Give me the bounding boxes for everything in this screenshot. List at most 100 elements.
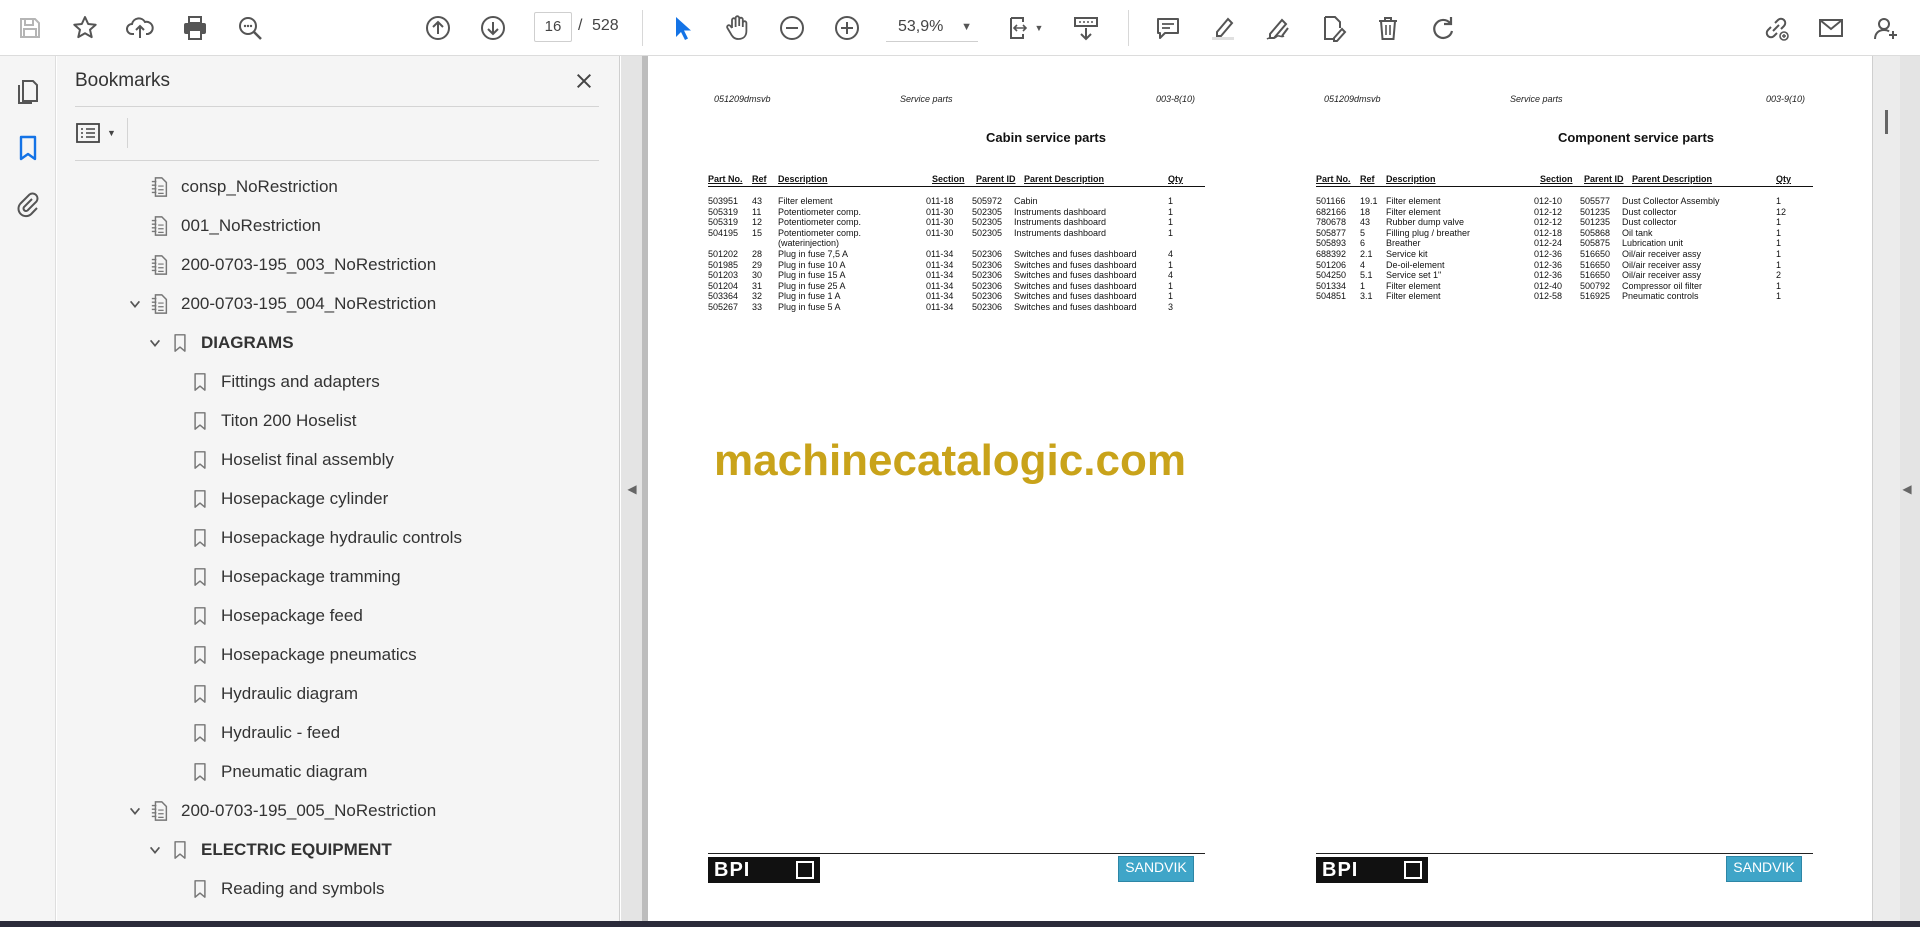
upload-icon[interactable] — [122, 10, 158, 46]
bookmark-label: Pneumatic diagram — [221, 762, 368, 781]
bookmark-item[interactable]: Hosepackage tramming — [57, 560, 597, 594]
hand-icon[interactable] — [719, 10, 755, 46]
table-cell: 500792 — [1580, 280, 1611, 291]
table-cell: 1 — [1776, 217, 1782, 228]
table-cell: Dust collector — [1622, 217, 1677, 228]
table-cell: 502305 — [972, 206, 1003, 217]
page-number-input[interactable]: 16 — [534, 12, 572, 42]
document-scrollbar-thumb[interactable] — [1885, 110, 1888, 134]
bookmark-item[interactable]: 200-0703-195_005_NoRestriction — [57, 794, 597, 828]
zoom-level-select[interactable]: 53,9% ▼ — [886, 12, 978, 42]
table-cell: 1 — [1168, 280, 1174, 291]
table-cell: Pneumatic controls — [1622, 291, 1699, 302]
chevron-down-icon[interactable] — [147, 335, 163, 351]
table-cell: 012-36 — [1534, 270, 1563, 281]
page-down-icon[interactable] — [475, 10, 511, 46]
zoom-out-icon[interactable] — [774, 10, 810, 46]
bookmark-item[interactable]: Hoselist final assembly — [57, 443, 597, 477]
bookmark-options-button[interactable]: ▼ — [75, 118, 121, 148]
bookmark-item[interactable]: Hydraulic - feed — [57, 716, 597, 750]
table-cell: 012-10 — [1534, 196, 1563, 206]
page-up-icon[interactable] — [420, 10, 456, 46]
table-cell: 505577 — [1580, 196, 1611, 206]
table-cell: 3 — [1168, 302, 1174, 312]
document-page: 051209dmsvb Service parts 003-9(10) Comp… — [1260, 56, 1872, 927]
edit-pdf-icon[interactable] — [1315, 10, 1351, 46]
delete-icon[interactable] — [1370, 10, 1406, 46]
bookmark-label: Hosepackage tramming — [221, 567, 401, 586]
bpi-logo: BPI — [1316, 857, 1428, 883]
sandvik-logo: SANDVIK — [1726, 856, 1802, 882]
page-ref: 003-8(10) — [1156, 94, 1196, 104]
bookmark-icon — [189, 643, 211, 667]
chevron-down-icon[interactable] — [127, 803, 143, 819]
bookmark-item[interactable]: DIAGRAMS — [57, 326, 597, 360]
select-cursor-icon[interactable] — [664, 10, 700, 46]
table-cell: 1 — [1168, 291, 1174, 302]
bookmark-item[interactable]: 200-0703-195_003_NoRestriction — [57, 248, 597, 282]
bookmarks-panel-icon[interactable] — [10, 130, 46, 166]
table-cell: 011-34 — [926, 259, 954, 270]
zoom-search-icon[interactable] — [232, 10, 268, 46]
bookmark-item[interactable]: 200-0703-195_004_NoRestriction — [57, 287, 597, 321]
bookmark-item[interactable]: ELECTRIC EQUIPMENT — [57, 833, 597, 867]
table-cell: 1 — [1776, 227, 1782, 238]
table-cell: 501166 — [1316, 196, 1346, 206]
bookmark-item[interactable]: 001_NoRestriction — [57, 209, 597, 243]
bookmark-label: consp_NoRestriction — [181, 177, 338, 196]
redo-icon[interactable] — [1425, 10, 1461, 46]
print-icon[interactable] — [177, 10, 213, 46]
table-header-cell: Ref — [1360, 174, 1375, 184]
table-cell: 4 — [1360, 259, 1366, 270]
bookmark-star-icon[interactable] — [67, 10, 103, 46]
fit-page-icon[interactable]: ▼ — [1000, 10, 1048, 46]
sign-icon[interactable] — [1260, 10, 1296, 46]
table-cell: 1 — [1168, 217, 1174, 228]
table-cell: 012-18 — [1534, 227, 1563, 238]
zoom-in-icon[interactable] — [829, 10, 865, 46]
table-cell: 33 — [752, 302, 763, 312]
bookmark-item[interactable]: Reading and symbols — [57, 872, 597, 906]
bookmark-item[interactable]: Hosepackage feed — [57, 599, 597, 633]
chevron-down-icon[interactable] — [147, 842, 163, 858]
close-icon[interactable] — [569, 66, 599, 96]
bookmark-icon — [189, 682, 211, 706]
scroll-mode-icon[interactable] — [1068, 10, 1104, 46]
collapse-left-panel-icon[interactable]: ◀ — [625, 478, 639, 500]
bookmark-item[interactable]: consp_NoRestriction — [57, 170, 597, 204]
bookmark-item[interactable]: Pneumatic diagram — [57, 755, 597, 789]
footer-rule — [1316, 853, 1813, 854]
table-cell: Potentiometer comp. — [778, 206, 862, 217]
email-icon[interactable] — [1813, 10, 1849, 46]
bookmark-item[interactable]: Hosepackage hydraulic controls — [57, 521, 597, 555]
table-cell: Plug in fuse 5 A — [778, 302, 841, 312]
share-link-icon[interactable] — [1758, 10, 1794, 46]
collapse-right-panel-icon[interactable]: ◀ — [1900, 478, 1914, 500]
page-thumbnails-icon[interactable] — [10, 74, 46, 110]
comment-icon[interactable] — [1150, 10, 1186, 46]
table-cell: Switches and fuses dashboard — [1014, 280, 1137, 291]
table-header-cell: Description — [778, 174, 828, 184]
table-header-cell: Parent Description — [1024, 174, 1105, 184]
table-cell: Instruments dashboard — [1014, 206, 1107, 217]
table-cell: 1 — [1776, 280, 1782, 291]
document-scrollbar[interactable] — [1872, 56, 1900, 927]
bookmark-item[interactable]: Titon 200 Hoselist — [57, 404, 597, 438]
table-cell: Filling plug / breather — [1386, 227, 1471, 238]
highlight-icon[interactable] — [1205, 10, 1241, 46]
bookmark-item[interactable]: Fittings and adapters — [57, 365, 597, 399]
bookmark-icon — [189, 565, 211, 589]
bookmark-item[interactable]: Hydraulic diagram — [57, 677, 597, 711]
account-icon[interactable] — [1868, 10, 1904, 46]
attachments-icon[interactable] — [10, 186, 46, 222]
table-cell: 011-34 — [926, 270, 954, 281]
chevron-down-icon[interactable] — [127, 296, 143, 312]
save-icon[interactable] — [12, 10, 48, 46]
table-cell: 18 — [1360, 206, 1371, 217]
table-header-cell: Parent ID — [976, 174, 1016, 184]
bookmark-item[interactable]: Hosepackage pneumatics — [57, 638, 597, 672]
bookmark-item[interactable]: Hosepackage cylinder — [57, 482, 597, 516]
bookmark-label: Hosepackage feed — [221, 606, 363, 625]
table-cell: 516650 — [1580, 259, 1611, 270]
table-cell: 011-30 — [926, 217, 954, 228]
